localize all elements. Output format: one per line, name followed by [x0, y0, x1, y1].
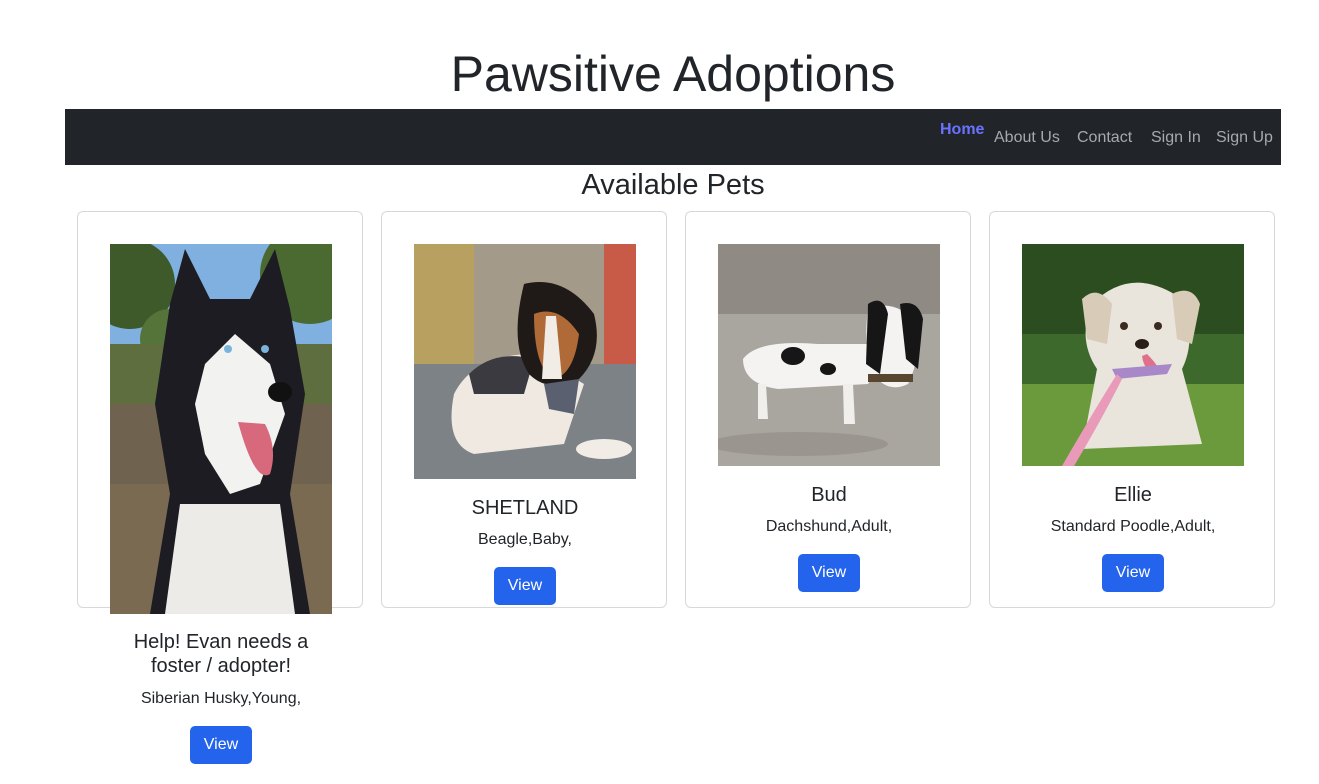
- site-title: Pawsitive Adoptions: [450, 46, 896, 102]
- poodle-photo[interactable]: [1022, 244, 1244, 466]
- pet-description: Dachshund,Adult,: [765, 518, 893, 535]
- pet-name: Help! Evan needs a foster / adopter!: [78, 630, 364, 678]
- pet-name: Bud: [811, 484, 847, 506]
- pet-name: SHETLAND: [471, 497, 579, 519]
- nav-home-link[interactable]: Home: [940, 120, 984, 140]
- pet-name: Ellie: [1114, 484, 1152, 506]
- view-pet-button[interactable]: View: [494, 567, 556, 605]
- dachshund-photo[interactable]: [718, 244, 940, 466]
- pet-name-line: Help! Evan needs a: [133, 631, 309, 653]
- view-pet-button[interactable]: View: [1102, 554, 1164, 592]
- available-pets-heading: Available Pets: [581, 169, 765, 201]
- pet-card: Bud Dachshund,Adult, View: [685, 211, 971, 608]
- nav-contact-link[interactable]: Contact: [1077, 128, 1132, 148]
- pet-card: Ellie Standard Poodle,Adult, View: [989, 211, 1275, 608]
- view-pet-button[interactable]: View: [798, 554, 860, 592]
- pet-card: SHETLAND Beagle,Baby, View: [381, 211, 667, 608]
- husky-photo[interactable]: [110, 244, 332, 614]
- view-pet-button[interactable]: View: [190, 726, 252, 764]
- pet-description: Standard Poodle,Adult,: [1050, 518, 1216, 535]
- pet-card: Help! Evan needs a foster / adopter! Sib…: [77, 211, 363, 764]
- nav-sign-up-link[interactable]: Sign Up: [1216, 128, 1273, 148]
- nav-sign-in-link[interactable]: Sign In: [1151, 128, 1201, 148]
- pet-description: Beagle,Baby,: [478, 531, 572, 548]
- navbar: Home About Us Contact Sign In Sign Up: [65, 109, 1281, 165]
- beagle-puppy-photo[interactable]: [414, 244, 636, 479]
- pet-description: Siberian Husky,Young,: [140, 690, 302, 707]
- nav-about-us-link[interactable]: About Us: [994, 128, 1060, 148]
- pet-name-line: foster / adopter!: [150, 655, 292, 677]
